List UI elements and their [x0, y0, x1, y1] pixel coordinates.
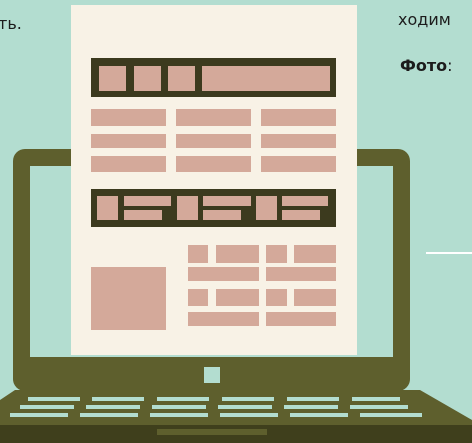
- laptop-trackpad: [157, 429, 267, 435]
- document-text-rows: [91, 109, 336, 172]
- document-section-bar: [91, 189, 336, 227]
- document-image-placeholder: [91, 267, 166, 330]
- laptop-indicator-icon: [204, 367, 220, 383]
- laptop-with-document-illustration: [0, 5, 472, 443]
